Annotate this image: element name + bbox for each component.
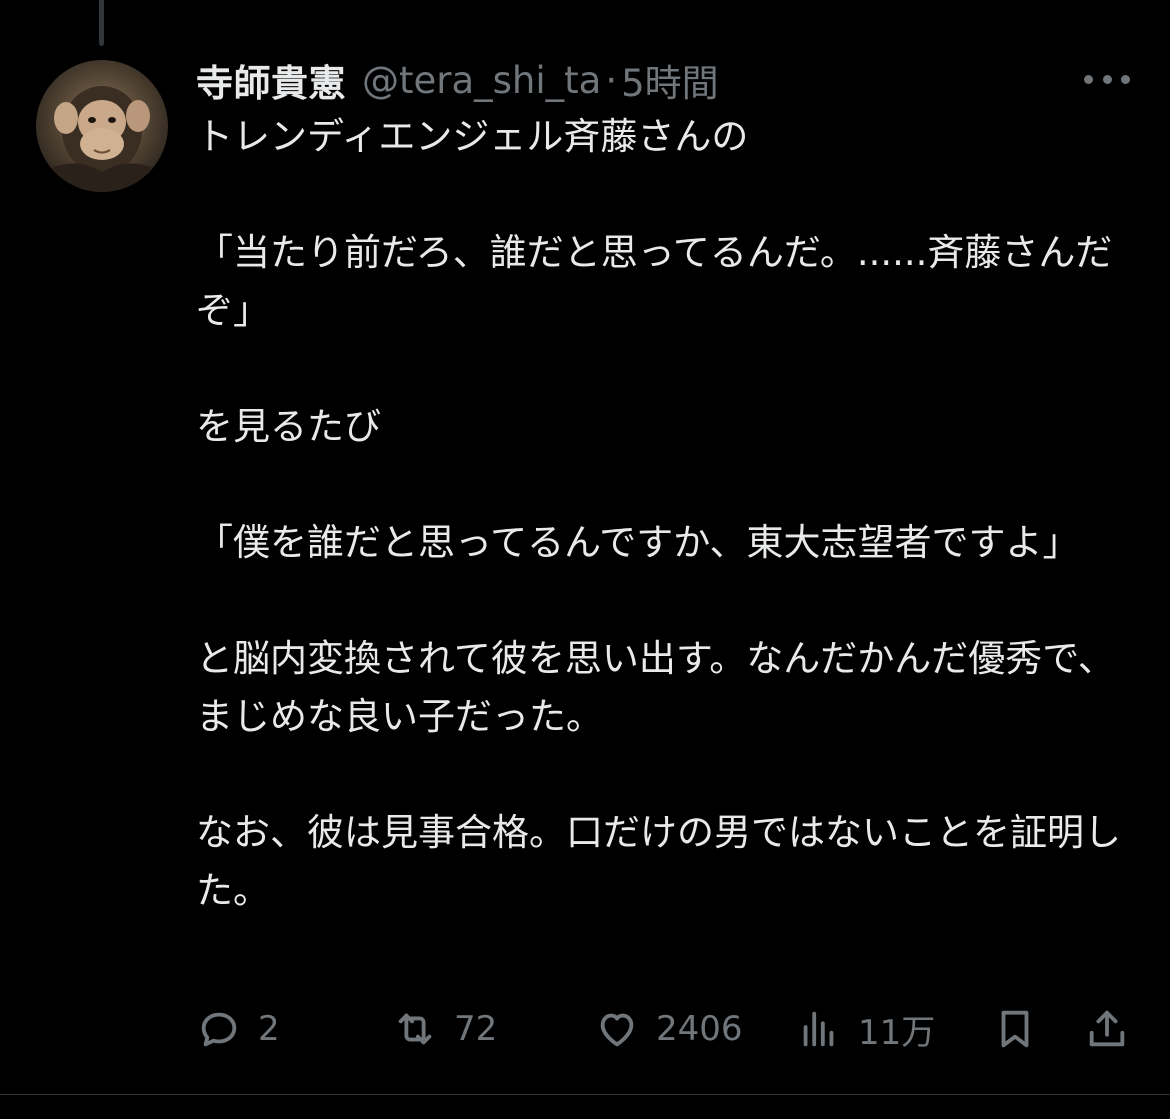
reply-button[interactable]: 2 xyxy=(196,998,280,1060)
tweet-header: 寺師貴憲 @tera_shi_ta · 5時間 xyxy=(196,52,719,108)
chimpanzee-avatar-image xyxy=(46,86,158,192)
tweet-action-bar: 2 72 2406 11万 xyxy=(196,998,1136,1060)
views-button[interactable]: 11万 xyxy=(796,998,935,1060)
share-icon xyxy=(1089,1010,1125,1047)
bookmark-button[interactable] xyxy=(992,998,1038,1060)
like-count: 2406 xyxy=(656,1009,743,1049)
tweet-body-text: トレンディエンジェル斉藤さんの 「当たり前だろ、誰だと思ってるんだ。......… xyxy=(196,115,1121,912)
thread-connector-line xyxy=(99,0,104,46)
retweet-count: 72 xyxy=(454,1009,498,1049)
more-options-icon[interactable] xyxy=(1084,64,1130,94)
heart-icon xyxy=(600,1013,634,1047)
tweet-timestamp[interactable]: 5時間 xyxy=(621,53,719,107)
author-display-name[interactable]: 寺師貴憲 xyxy=(196,53,346,107)
retweet-button[interactable]: 72 xyxy=(392,998,497,1060)
like-button[interactable]: 2406 xyxy=(594,998,743,1060)
views-icon xyxy=(803,1011,834,1047)
avatar[interactable] xyxy=(36,60,168,192)
share-button[interactable] xyxy=(1084,998,1130,1060)
retweet-icon xyxy=(398,1013,432,1045)
tweet-divider xyxy=(0,1094,1170,1095)
reply-icon xyxy=(201,1012,237,1047)
header-separator: · xyxy=(605,58,618,102)
views-count: 11万 xyxy=(858,1012,936,1053)
bookmark-icon xyxy=(1001,1010,1029,1048)
author-handle[interactable]: @tera_shi_ta xyxy=(362,59,601,102)
reply-count: 2 xyxy=(258,1009,280,1049)
